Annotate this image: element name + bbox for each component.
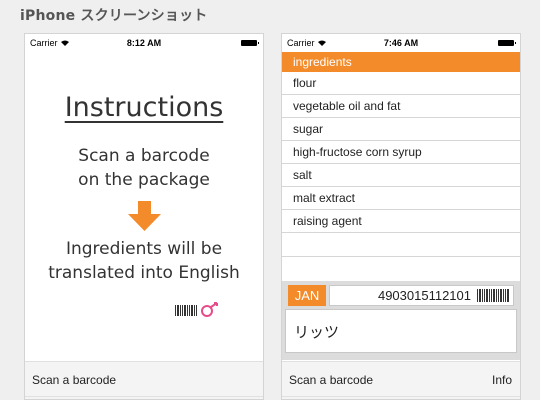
status-bar: Carrier 7:46 AM: [282, 34, 520, 52]
barcode-logo-icon: [175, 302, 218, 317]
jan-panel: JAN 4903015112101 リッツ: [282, 281, 520, 360]
list-item[interactable]: raising agent: [282, 210, 520, 233]
instruction-translate-line-1: Ingredients will be: [65, 239, 223, 259]
list-item[interactable]: flour: [282, 72, 520, 95]
info-button[interactable]: Info: [492, 373, 512, 387]
battery-icon: [241, 40, 259, 46]
status-time: 8:12 AM: [126, 38, 162, 48]
list-item[interactable]: salt: [282, 164, 520, 187]
instruction-scan-line-2: on the package: [78, 170, 210, 190]
list-item[interactable]: vegetable oil and fat: [282, 95, 520, 118]
ingredients-header: ingredients: [282, 52, 520, 72]
scan-barcode-button[interactable]: Scan a barcode: [32, 373, 116, 387]
left-phone-screenshot: Carrier 8:12 AM Instructions Scan a barc…: [24, 33, 264, 400]
battery-icon: [498, 40, 516, 46]
scan-barcode-button[interactable]: Scan a barcode: [289, 373, 373, 387]
product-name-box: リッツ: [285, 309, 517, 353]
bottom-toolbar: Scan a barcode Info: [282, 361, 520, 399]
down-arrow-icon: [128, 201, 161, 231]
bottom-toolbar: Scan a barcode: [25, 361, 263, 399]
jan-label: JAN: [288, 285, 326, 306]
status-bar: Carrier 8:12 AM: [25, 34, 263, 52]
barcode-icon: [477, 289, 509, 302]
list-item[interactable]: high-fructose corn syrup: [282, 141, 520, 164]
instruction-scan-line-1: Scan a barcode: [78, 146, 210, 166]
instructions-title: Instructions: [64, 92, 224, 123]
instruction-translate-line-2: translated into English: [48, 263, 240, 283]
list-item[interactable]: sugar: [282, 118, 520, 141]
ingredients-list: ingredients flour vegetable oil and fat …: [282, 52, 520, 257]
list-item[interactable]: malt extract: [282, 187, 520, 210]
jan-code-value: 4903015112101: [377, 288, 471, 303]
section-heading: iPhone スクリーンショット: [20, 8, 208, 24]
list-item: [282, 233, 520, 257]
jan-code-field[interactable]: 4903015112101: [329, 285, 514, 306]
right-phone-screenshot: Carrier 7:46 AM ingredients flour vegeta…: [281, 33, 521, 400]
status-time: 7:46 AM: [383, 38, 419, 48]
